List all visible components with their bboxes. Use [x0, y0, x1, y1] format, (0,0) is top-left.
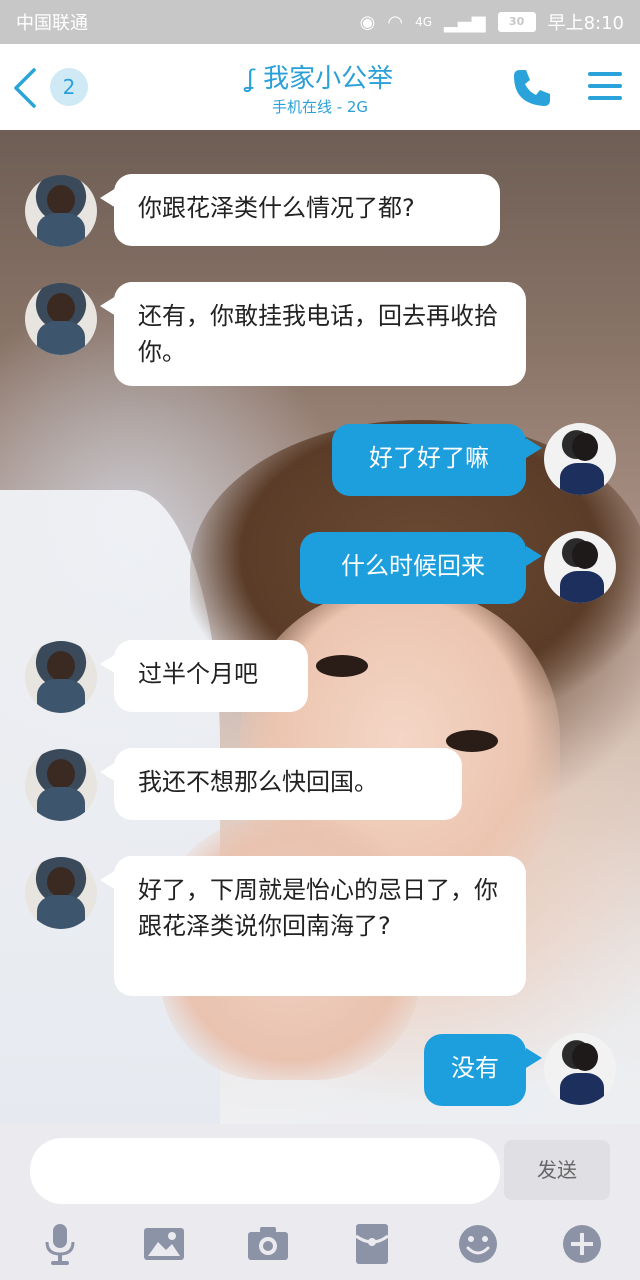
- send-button[interactable]: 发送: [504, 1140, 610, 1200]
- signal-label: 4G: [415, 15, 433, 29]
- message-input[interactable]: [30, 1138, 500, 1204]
- my-avatar[interactable]: [544, 1033, 616, 1105]
- phone-call-icon[interactable]: [510, 66, 554, 110]
- my-avatar[interactable]: [544, 423, 616, 495]
- red-packet-icon[interactable]: [350, 1222, 394, 1266]
- back-chevron-icon[interactable]: [8, 64, 48, 112]
- message-bubble-incoming[interactable]: 我还不想那么快回国。: [114, 748, 462, 820]
- status-icons: ◉ ◠ 4G ▂▄▆ 30 早上8:10: [360, 9, 624, 35]
- contact-status: 手机在线 - 2G: [271, 98, 369, 116]
- message-bubble-outgoing[interactable]: 好了好了嘛: [332, 424, 526, 496]
- emoji-icon[interactable]: [456, 1222, 500, 1266]
- wifi-icon: ◠: [387, 11, 404, 33]
- message-bubble-incoming[interactable]: 你跟花泽类什么情况了都?: [114, 174, 500, 246]
- contact-name-text: 我家小公举: [263, 64, 394, 94]
- battery-icon: 30: [497, 12, 536, 32]
- contact-avatar[interactable]: [25, 749, 97, 821]
- contact-avatar[interactable]: [25, 175, 97, 247]
- contact-avatar[interactable]: [25, 857, 97, 929]
- plus-icon[interactable]: [560, 1222, 604, 1266]
- bubble-tail: [526, 438, 542, 458]
- message-bubble-incoming[interactable]: 还有，你敢挂我电话，回去再收拾你。: [114, 282, 526, 386]
- message-bubble-incoming[interactable]: 过半个月吧: [114, 640, 308, 712]
- status-bar: 中国联通 ◉ ◠ 4G ▂▄▆ 30 早上8:10: [0, 0, 640, 44]
- background-eye: [446, 730, 498, 752]
- clock: 早上8:10: [547, 13, 624, 34]
- microphone-icon[interactable]: [38, 1222, 82, 1266]
- message-bubble-outgoing[interactable]: 什么时候回来: [300, 532, 526, 604]
- camera-icon[interactable]: [246, 1222, 290, 1266]
- composer-toolbar: [0, 1214, 640, 1274]
- image-icon[interactable]: [142, 1222, 186, 1266]
- my-avatar[interactable]: [544, 531, 616, 603]
- eye-icon: ◉: [359, 11, 376, 33]
- menu-icon[interactable]: [588, 72, 622, 102]
- composer-bar: 发送: [0, 1124, 640, 1280]
- unread-count-badge[interactable]: 2: [50, 68, 88, 106]
- chat-header: 2 ʆ 我家小公举 手机在线 - 2G: [0, 44, 640, 130]
- contact-name[interactable]: ʆ 我家小公举: [140, 58, 500, 95]
- signal-icon: ▂▄▆: [444, 11, 486, 33]
- background-eye: [316, 655, 368, 677]
- contact-avatar[interactable]: [25, 283, 97, 355]
- ear-icon: ʆ: [246, 65, 255, 93]
- bubble-tail: [526, 1048, 542, 1068]
- contact-avatar[interactable]: [25, 641, 97, 713]
- message-bubble-outgoing[interactable]: 没有: [424, 1034, 526, 1106]
- carrier-label: 中国联通: [16, 13, 88, 34]
- bubble-tail: [526, 546, 542, 566]
- message-bubble-incoming[interactable]: 好了，下周就是怡心的忌日了，你跟花泽类说你回南海了?: [114, 856, 526, 996]
